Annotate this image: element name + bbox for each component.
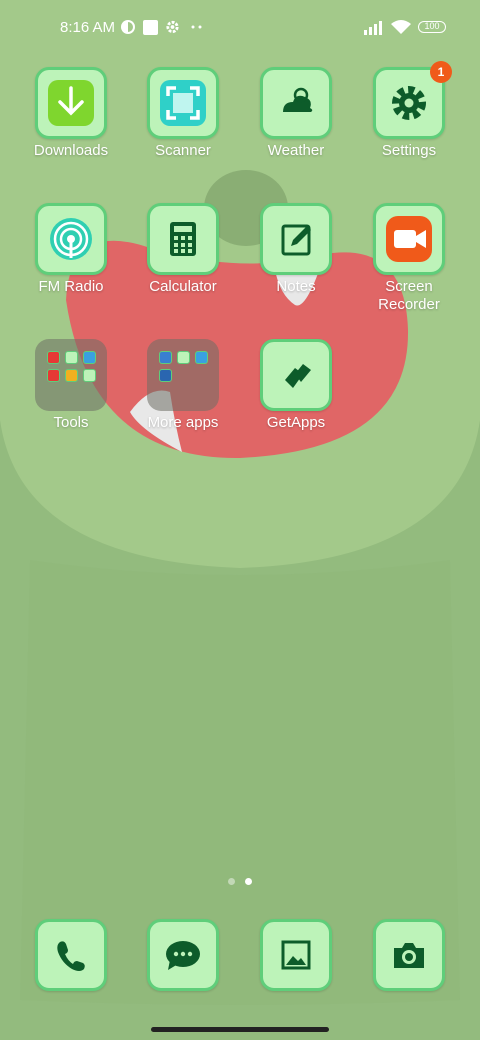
app-label-scanner: Scanner [155, 142, 211, 159]
app-label-tools: Tools [53, 414, 89, 431]
app-getapps[interactable]: GetApps [241, 339, 351, 432]
wifi-icon [391, 20, 411, 34]
recorder-mini-icon [47, 351, 60, 364]
app-label-getapps: GetApps [266, 414, 326, 431]
notes-tile[interactable] [260, 203, 332, 275]
downloads-tile[interactable] [35, 67, 107, 139]
app-scanner[interactable]: Scanner [128, 67, 238, 160]
battery-icon: 100 [418, 21, 446, 33]
app-label-more-apps: More apps [147, 414, 219, 431]
camera-tile[interactable] [373, 919, 445, 991]
compass-mini-icon [83, 351, 96, 364]
app-notes[interactable]: Notes [241, 203, 351, 296]
app-label-calculator: Calculator [149, 278, 217, 295]
app-label-notes: Notes [276, 278, 316, 295]
page-dot-2[interactable] [245, 878, 252, 885]
radio-icon [50, 218, 92, 260]
scanner-tile[interactable] [147, 67, 219, 139]
more-apps-folder-preview[interactable] [147, 339, 219, 411]
dock-messages[interactable] [128, 919, 238, 991]
app-label-screen-recorder-2: Recorder [378, 296, 440, 313]
page-dot-1[interactable] [228, 878, 235, 885]
dock-gallery[interactable] [241, 919, 351, 991]
facebook-mini-icon [177, 351, 190, 364]
weather-tile[interactable] [260, 67, 332, 139]
scanner-icon [160, 80, 206, 126]
downloads-icon [48, 80, 94, 126]
app-label-downloads: Downloads [33, 142, 109, 159]
data-saver-icon [121, 20, 135, 34]
app-screen-recorder[interactable]: Screen Recorder [354, 203, 464, 314]
app-label-screen-recorder-1: Screen [385, 278, 433, 295]
folder-more-apps[interactable]: More apps [128, 339, 238, 432]
notes-pencil-icon [281, 224, 311, 256]
app-label-settings: Settings [381, 142, 437, 159]
dock-camera[interactable] [354, 919, 464, 991]
camera-icon [394, 943, 424, 968]
mi-mini-icon [65, 351, 78, 364]
book-mini-icon [47, 369, 60, 382]
messages-icon [166, 941, 200, 970]
page-indicator [226, 878, 256, 886]
settings-gear-icon [392, 86, 426, 120]
folder-tools[interactable]: Tools [16, 339, 126, 432]
app-weather[interactable]: Weather [241, 67, 351, 160]
notification-badge: 1 [430, 61, 452, 83]
gesture-nav-bar[interactable] [151, 1027, 329, 1032]
app-fm-radio[interactable]: FM Radio [16, 203, 126, 296]
store-mini-icon [195, 351, 208, 364]
video-camera-icon [386, 216, 432, 262]
phone-icon [57, 941, 85, 971]
signal-icon [364, 21, 382, 35]
status-bar: 8:16 AM 100 [0, 0, 480, 56]
getapps-tile[interactable] [260, 339, 332, 411]
app-downloads[interactable]: Downloads [16, 67, 126, 160]
more-dots-icon [191, 25, 202, 29]
getapps-bag-icon [285, 364, 311, 388]
flashlight-mini-icon [83, 369, 96, 382]
browser-mini-icon [159, 351, 172, 364]
linkedin-mini-icon [159, 369, 172, 382]
gear-icon [166, 20, 179, 34]
gallery-icon [281, 940, 311, 970]
app-settings[interactable]: Settings [354, 67, 464, 160]
dock-phone[interactable] [16, 919, 126, 991]
weather-icon [283, 87, 313, 112]
messages-tile[interactable] [147, 919, 219, 991]
gallery-tile[interactable] [260, 919, 332, 991]
fm-radio-tile[interactable] [35, 203, 107, 275]
app-calculator[interactable]: Calculator [128, 203, 238, 296]
phone-tile[interactable] [35, 919, 107, 991]
status-time: 8:16 AM [60, 19, 116, 36]
screen-recorder-tile[interactable] [373, 203, 445, 275]
tools-folder-preview[interactable] [35, 339, 107, 411]
mail-mini-icon [65, 369, 78, 382]
calculator-tile[interactable] [147, 203, 219, 275]
calculator-icon [170, 222, 196, 256]
square-notification-icon [143, 20, 158, 35]
app-label-weather: Weather [267, 142, 325, 159]
app-label-fm-radio: FM Radio [38, 278, 104, 295]
